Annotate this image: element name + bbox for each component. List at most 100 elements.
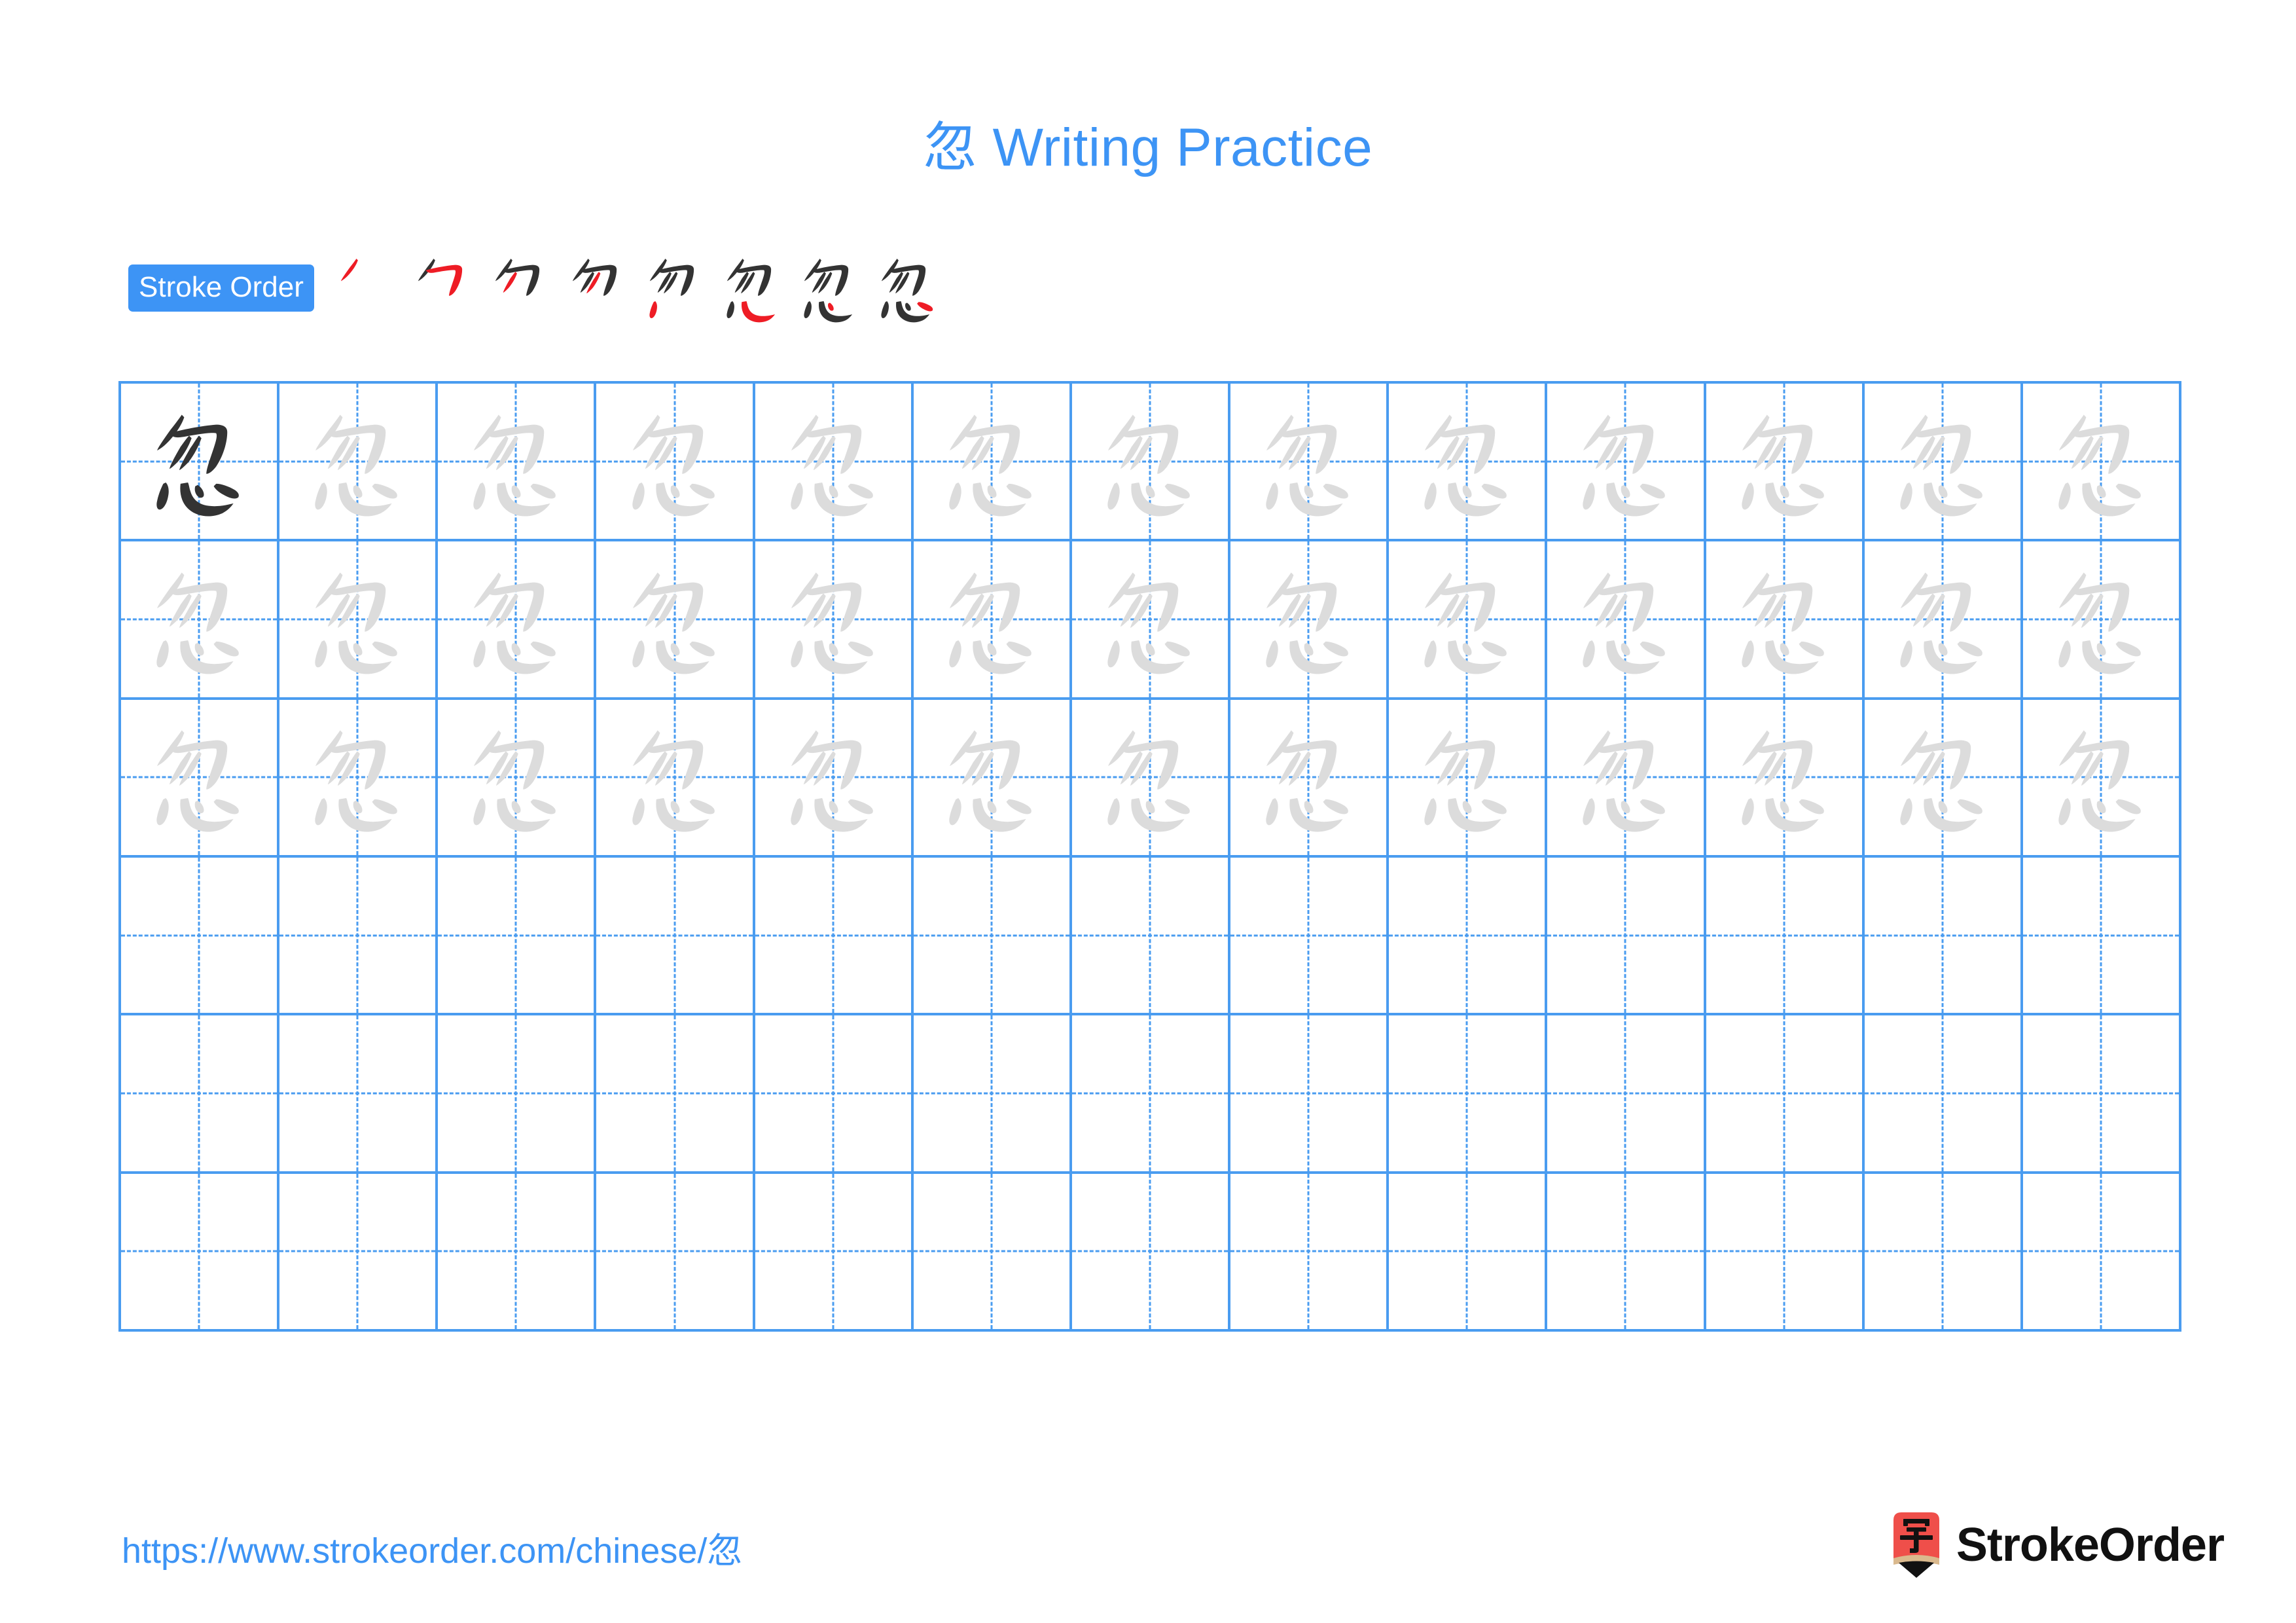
practice-cell[interactable] [1706, 699, 1865, 858]
practice-cell[interactable] [1230, 857, 1390, 1016]
stroke-order-step-4 [560, 249, 637, 327]
practice-cell[interactable] [913, 384, 1072, 542]
stroke-order-step-8 [869, 249, 946, 327]
practice-cell[interactable] [1547, 541, 1706, 700]
practice-cell[interactable] [913, 541, 1072, 700]
practice-cell[interactable] [1547, 1173, 1706, 1332]
practice-cell[interactable] [913, 857, 1072, 1016]
practice-cell[interactable] [438, 857, 597, 1016]
trace-character [596, 541, 752, 697]
practice-cell[interactable] [1230, 1015, 1390, 1174]
practice-cell[interactable] [121, 1173, 280, 1332]
practice-cell[interactable] [1230, 541, 1390, 700]
practice-cell[interactable] [121, 384, 280, 542]
trace-character [438, 541, 594, 697]
practice-cell[interactable] [1389, 1173, 1548, 1332]
practice-cell[interactable] [1071, 699, 1231, 858]
brand-logo: StrokeOrder [1891, 1509, 2225, 1581]
trace-character [2023, 384, 2179, 539]
practice-cell[interactable] [1706, 1015, 1865, 1174]
practice-cell[interactable] [438, 699, 597, 858]
practice-cell[interactable] [1071, 541, 1231, 700]
practice-cell[interactable] [2022, 1173, 2181, 1332]
practice-cell[interactable] [121, 699, 280, 858]
trace-character [2023, 541, 2179, 697]
practice-cell[interactable] [1071, 1173, 1231, 1332]
practice-cell[interactable] [1864, 857, 2023, 1016]
stroke-order-section: Stroke Order [128, 252, 946, 324]
practice-cell[interactable] [1706, 1173, 1865, 1332]
trace-character [121, 700, 277, 855]
practice-cell[interactable] [1071, 1015, 1231, 1174]
practice-cell[interactable] [2022, 857, 2181, 1016]
practice-cell[interactable] [1706, 541, 1865, 700]
practice-cell[interactable] [596, 1173, 755, 1332]
practice-cell[interactable] [1389, 1015, 1548, 1174]
trace-character [755, 384, 911, 539]
stroke-order-step-7 [792, 249, 869, 327]
practice-cell[interactable] [755, 857, 914, 1016]
trace-character [1865, 700, 2020, 855]
practice-cell[interactable] [1389, 857, 1548, 1016]
practice-cell[interactable] [1230, 384, 1390, 542]
practice-cell[interactable] [1230, 1173, 1390, 1332]
practice-cell[interactable] [913, 699, 1072, 858]
practice-cell[interactable] [755, 699, 914, 858]
practice-cell[interactable] [1547, 699, 1706, 858]
practice-cell[interactable] [596, 384, 755, 542]
practice-cell[interactable] [279, 1015, 439, 1174]
practice-cell[interactable] [279, 541, 439, 700]
practice-cell[interactable] [1706, 857, 1865, 1016]
practice-cell[interactable] [1071, 857, 1231, 1016]
practice-cell[interactable] [1547, 857, 1706, 1016]
practice-cell[interactable] [438, 384, 597, 542]
practice-cell[interactable] [1389, 699, 1548, 858]
practice-cell[interactable] [1864, 699, 2023, 858]
brand-name: StrokeOrder [1956, 1519, 2225, 1571]
practice-cell[interactable] [2022, 384, 2181, 542]
practice-cell[interactable] [1547, 384, 1706, 542]
practice-cell[interactable] [1071, 384, 1231, 542]
practice-cell[interactable] [1547, 1015, 1706, 1174]
practice-cell[interactable] [279, 857, 439, 1016]
practice-cell[interactable] [755, 384, 914, 542]
practice-cell[interactable] [596, 541, 755, 700]
practice-cell[interactable] [755, 541, 914, 700]
trace-character [1547, 541, 1703, 697]
practice-cell[interactable] [2022, 541, 2181, 700]
practice-cell[interactable] [1389, 541, 1548, 700]
trace-character [1389, 541, 1545, 697]
practice-cell[interactable] [596, 1015, 755, 1174]
practice-cell[interactable] [279, 699, 439, 858]
trace-character [1865, 541, 2020, 697]
practice-cell[interactable] [1864, 1173, 2023, 1332]
trace-character [1072, 384, 1228, 539]
practice-cell[interactable] [279, 384, 439, 542]
practice-cell[interactable] [1864, 1015, 2023, 1174]
trace-character [1072, 700, 1228, 855]
trace-character [438, 700, 594, 855]
stroke-order-step-2 [406, 249, 483, 327]
practice-cell[interactable] [913, 1173, 1072, 1332]
practice-cell[interactable] [1706, 384, 1865, 542]
practice-cell[interactable] [2022, 1015, 2181, 1174]
practice-cell[interactable] [438, 1015, 597, 1174]
practice-cell[interactable] [279, 1173, 439, 1332]
practice-cell[interactable] [755, 1173, 914, 1332]
practice-cell[interactable] [1230, 699, 1390, 858]
practice-cell[interactable] [596, 699, 755, 858]
footer-url[interactable]: https://www.strokeorder.com/chinese/忽 [122, 1522, 742, 1573]
practice-cell[interactable] [121, 541, 280, 700]
practice-cell[interactable] [438, 541, 597, 700]
practice-cell[interactable] [1389, 384, 1548, 542]
practice-cell[interactable] [1864, 384, 2023, 542]
practice-cell[interactable] [121, 1015, 280, 1174]
practice-cell[interactable] [2022, 699, 2181, 858]
practice-cell[interactable] [755, 1015, 914, 1174]
practice-cell[interactable] [121, 857, 280, 1016]
practice-cell[interactable] [596, 857, 755, 1016]
practice-cell[interactable] [438, 1173, 597, 1332]
practice-cell[interactable] [913, 1015, 1072, 1174]
practice-cell[interactable] [1864, 541, 2023, 700]
trace-character [914, 700, 1069, 855]
